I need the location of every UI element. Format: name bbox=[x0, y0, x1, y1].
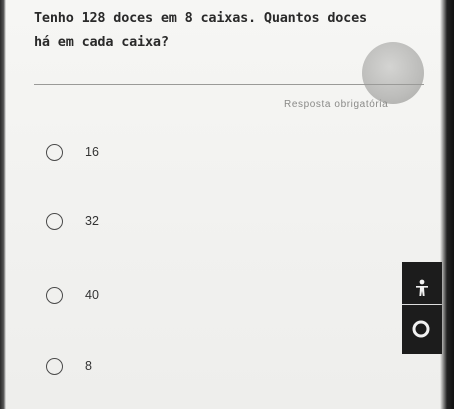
question-line-1: Tenho 128 doces em 8 caixas. Quantos doc… bbox=[34, 10, 367, 26]
option-32[interactable]: 32 bbox=[46, 211, 99, 231]
option-label: 16 bbox=[85, 145, 99, 159]
option-label: 8 bbox=[85, 359, 92, 373]
floating-toolbar bbox=[402, 262, 442, 354]
toolbar-divider bbox=[402, 304, 442, 305]
divider bbox=[34, 84, 424, 85]
form-screen: Tenho 128 doces em 8 caixas. Quantos doc… bbox=[0, 0, 454, 409]
option-16[interactable]: 16 bbox=[46, 142, 99, 162]
option-label: 32 bbox=[85, 214, 99, 228]
radio-button[interactable] bbox=[46, 357, 63, 375]
radio-button[interactable] bbox=[46, 286, 63, 304]
left-bezel bbox=[0, 0, 6, 409]
option-label: 40 bbox=[85, 288, 99, 302]
avatar bbox=[362, 42, 424, 104]
required-answer-label: Resposta obrigatória bbox=[284, 99, 389, 110]
option-8[interactable]: 8 bbox=[46, 356, 92, 376]
right-bezel bbox=[440, 0, 454, 409]
ring-icon[interactable] bbox=[410, 318, 432, 340]
radio-button[interactable] bbox=[46, 143, 63, 161]
option-40[interactable]: 40 bbox=[46, 285, 99, 305]
accessibility-person-icon[interactable] bbox=[412, 278, 432, 298]
radio-button[interactable] bbox=[46, 212, 63, 230]
